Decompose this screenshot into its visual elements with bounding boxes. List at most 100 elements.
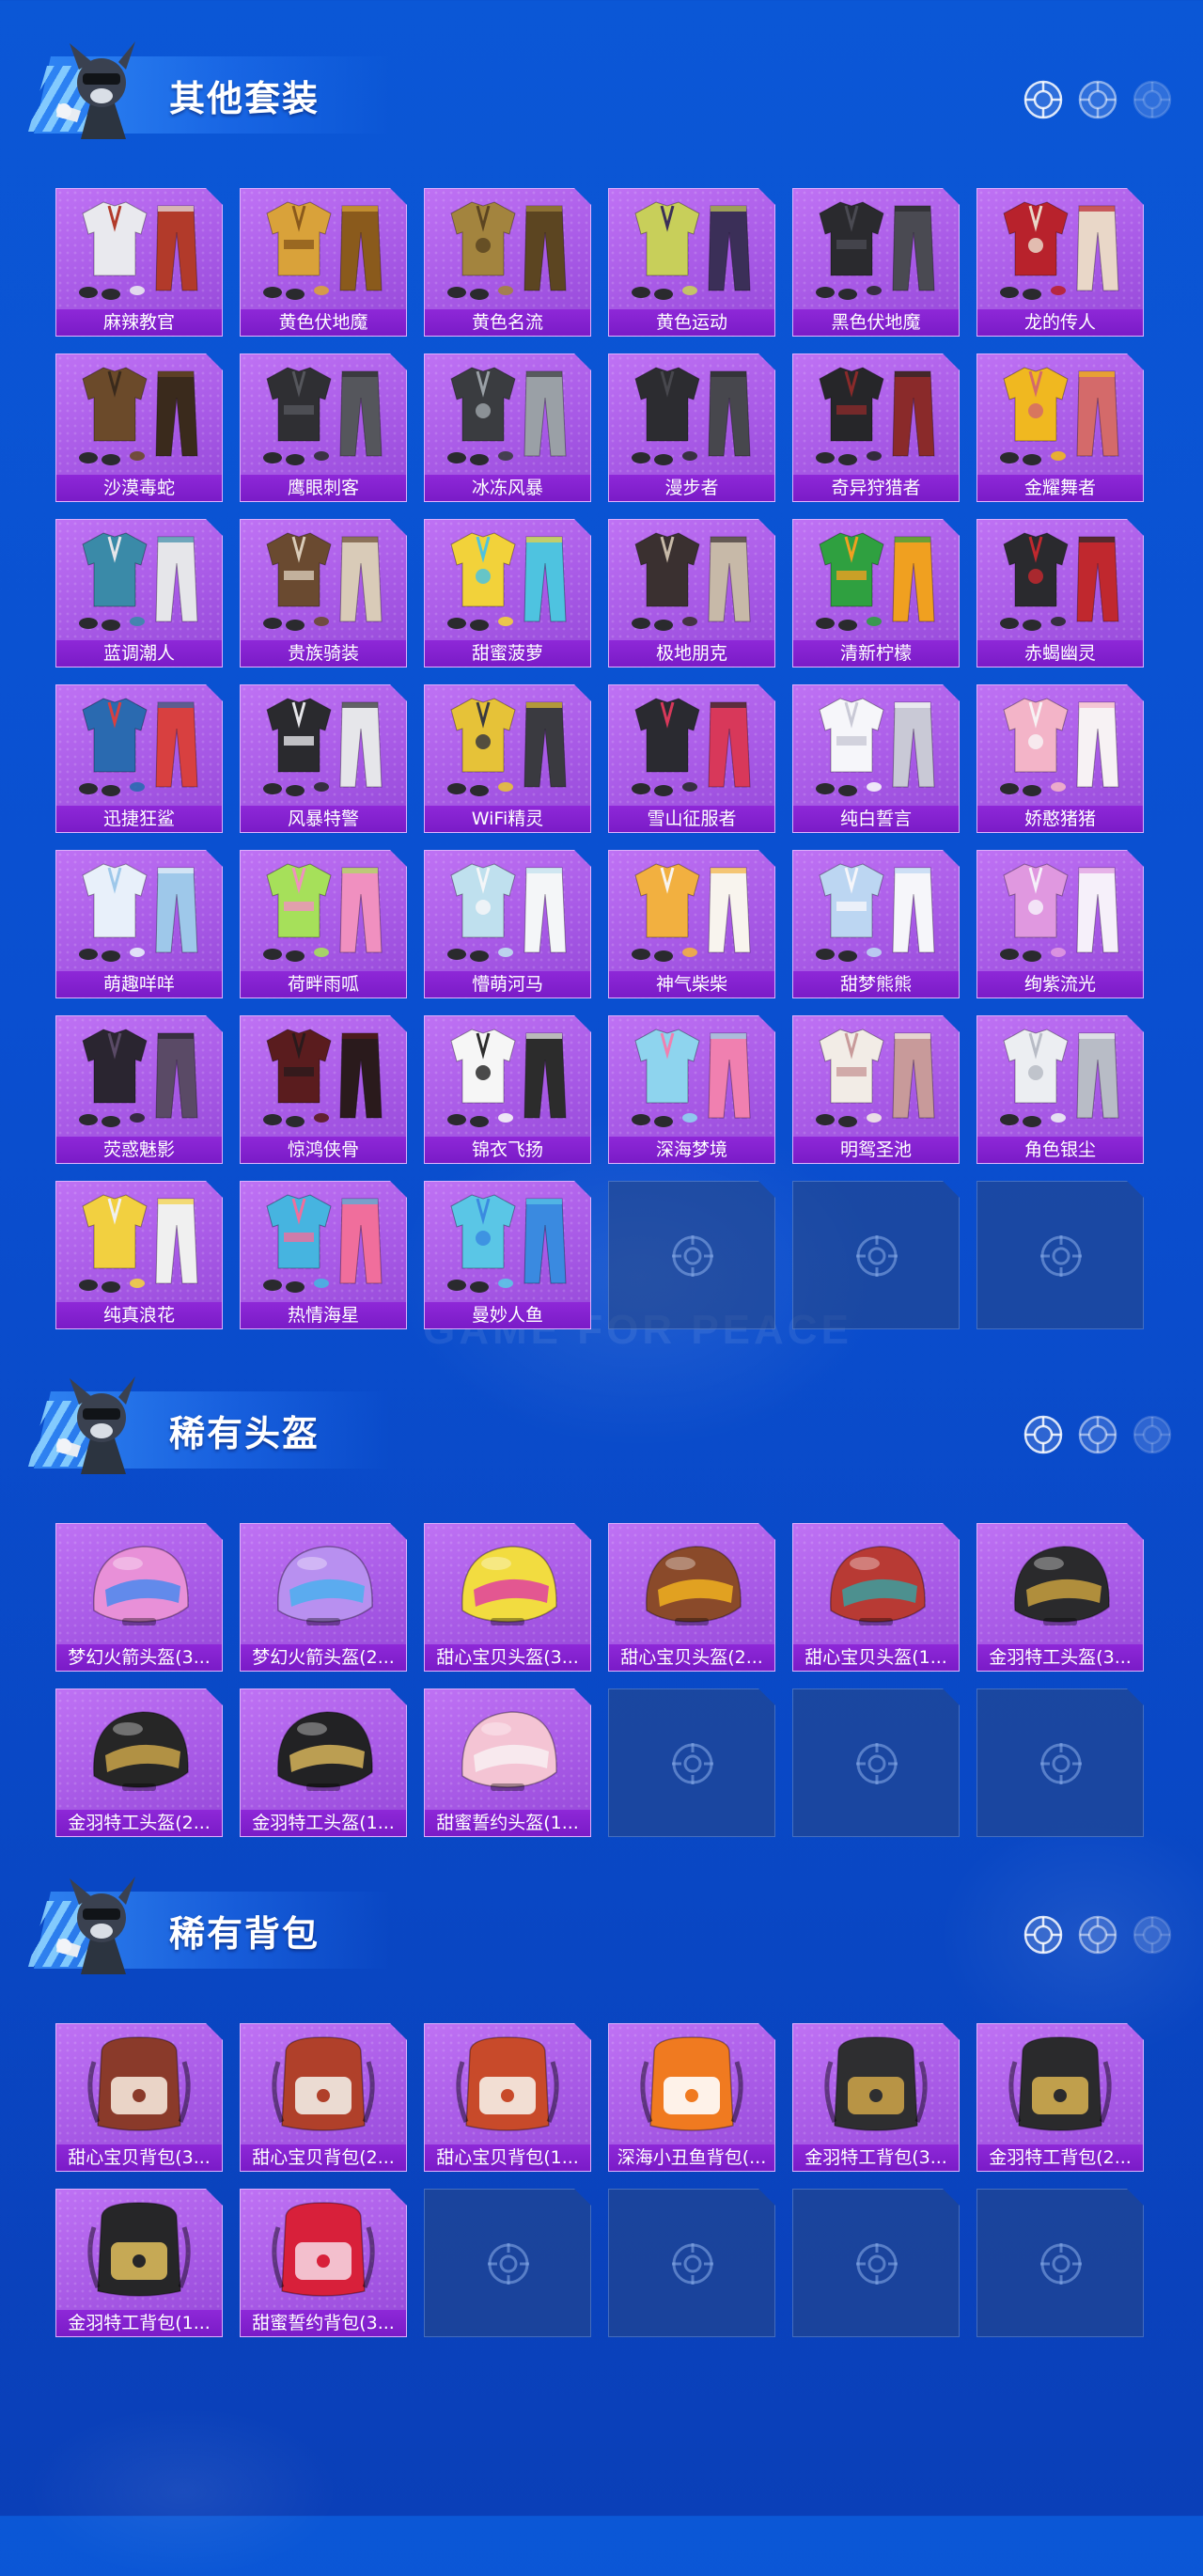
mascot-icon [53,1373,152,1484]
outfit-image [609,851,774,971]
item-card[interactable]: 热情海星 [240,1181,407,1329]
empty-slot [424,2189,591,2337]
item-card[interactable]: 萌趣咩咩 [55,850,223,998]
crosshair-placeholder-icon [853,2240,900,2287]
empty-slot [608,1689,775,1837]
item-card[interactable]: 甜心宝贝背包(3... [55,2023,223,2172]
item-name: 甜梦熊熊 [793,971,959,997]
item-name: 贵族骑装 [241,640,406,667]
item-card[interactable]: 金羽特工背包(3... [792,2023,960,2172]
item-card[interactable]: 惊鸿侠骨 [240,1015,407,1164]
crosshair-placeholder-icon [669,2240,716,2287]
outfit-image [977,189,1143,309]
helmet-image [241,1524,406,1644]
section-3: 稀有背包 甜心宝贝背包(3... 甜心宝贝背包(2... 甜心宝贝背包(1... 深海小… [0,1863,1203,2337]
outfit-image [609,354,774,475]
item-card[interactable]: 金羽特工头盔(2... [55,1689,223,1837]
item-card[interactable]: 甜心宝贝头盔(1... [792,1523,960,1672]
section-1: 其他套装麻辣教官 黄色伏地魔 黄色名流 黄色运动 黑色伏地魔 龙的传人沙漠毒蛇 鹰眼刺客 冰冻… [0,28,1203,1329]
item-card[interactable]: 甜蜜菠萝 [424,519,591,668]
item-card[interactable]: 清新柠檬 [792,519,960,668]
item-card[interactable]: 黄色名流 [424,188,591,337]
item-card[interactable]: 甜心宝贝背包(1... [424,2023,591,2172]
item-name: 甜心宝贝背包(2... [241,2144,406,2171]
background-glow [28,2407,338,2576]
crosshair-placeholder-icon [853,1740,900,1787]
item-card[interactable]: 甜心宝贝头盔(3... [424,1523,591,1672]
item-card[interactable]: 深海梦境 [608,1015,775,1164]
item-name: 梦幻火箭头盔(2... [241,1644,406,1671]
item-name: 金羽特工背包(1... [56,2310,222,2336]
item-card[interactable]: 角色银尘 [976,1015,1144,1164]
item-card[interactable]: 荧惑魅影 [55,1015,223,1164]
item-name: 甜蜜誓约背包(3... [241,2310,406,2336]
item-card[interactable]: 黄色伏地魔 [240,188,407,337]
item-name: 甜心宝贝头盔(1... [793,1644,959,1671]
item-card[interactable]: 甜心宝贝头盔(2... [608,1523,775,1672]
item-card[interactable]: 纯白誓言 [792,684,960,833]
item-card[interactable]: 鹰眼刺客 [240,353,407,502]
backpack-image [425,2024,590,2144]
section-header: 其他套装 [0,28,1203,150]
item-card[interactable]: 娇憨猪猪 [976,684,1144,833]
outfit-image [425,685,590,806]
item-name: 黑色伏地魔 [793,309,959,336]
crosshair-icon [1077,1914,1118,1956]
item-card[interactable]: 奇异狩猎者 [792,353,960,502]
item-card[interactable]: 迅捷狂鲨 [55,684,223,833]
item-card[interactable]: 龙的传人 [976,188,1144,337]
crosshair-placeholder-icon [669,1233,716,1280]
item-name: 甜蜜菠萝 [425,640,590,667]
item-card[interactable]: 蓝调潮人 [55,519,223,668]
item-card[interactable]: 绚紫流光 [976,850,1144,998]
crosshair-icon [1132,1914,1173,1956]
item-card[interactable]: 纯真浪花 [55,1181,223,1329]
item-card[interactable]: WiFi精灵 [424,684,591,833]
item-card[interactable]: 雪山征服者 [608,684,775,833]
item-card[interactable]: 风暴特警 [240,684,407,833]
item-card[interactable]: 金耀舞者 [976,353,1144,502]
item-card[interactable]: 甜心宝贝背包(2... [240,2023,407,2172]
item-card[interactable]: 黄色运动 [608,188,775,337]
crosshair-icon [1077,1414,1118,1455]
item-card[interactable]: 漫步者 [608,353,775,502]
item-grid: 甜心宝贝背包(3... 甜心宝贝背包(2... 甜心宝贝背包(1... 深海小丑鱼背包… [55,2023,1148,2337]
item-card[interactable]: 懵萌河马 [424,850,591,998]
helmet-image [609,1524,774,1644]
item-card[interactable]: 梦幻火箭头盔(3... [55,1523,223,1672]
item-card[interactable]: 明鸳圣池 [792,1015,960,1164]
item-name: 金耀舞者 [977,475,1143,501]
item-card[interactable]: 深海小丑鱼背包(... [608,2023,775,2172]
item-card[interactable]: 神气柴柴 [608,850,775,998]
item-name: 娇憨猪猪 [977,806,1143,832]
item-name: WiFi精灵 [425,806,590,832]
item-name: 荧惑魅影 [56,1137,222,1163]
item-card[interactable]: 甜梦熊熊 [792,850,960,998]
outfit-image [977,685,1143,806]
item-name: 漫步者 [609,475,774,501]
item-card[interactable]: 甜蜜誓约背包(3... [240,2189,407,2337]
item-card[interactable]: 锦衣飞扬 [424,1015,591,1164]
item-card[interactable]: 金羽特工背包(2... [976,2023,1144,2172]
item-card[interactable]: 冰冻风暴 [424,353,591,502]
item-card[interactable]: 黑色伏地魔 [792,188,960,337]
item-card[interactable]: 金羽特工头盔(3... [976,1523,1144,1672]
item-card[interactable]: 梦幻火箭头盔(2... [240,1523,407,1672]
item-name: 纯真浪花 [56,1302,222,1328]
outfit-image [977,851,1143,971]
item-card[interactable]: 赤蝎幽灵 [976,519,1144,668]
item-name: 金羽特工背包(3... [793,2144,959,2171]
outfit-image [425,354,590,475]
item-name: 明鸳圣池 [793,1137,959,1163]
backpack-image [609,2024,774,2144]
item-card[interactable]: 极地朋克 [608,519,775,668]
item-card[interactable]: 金羽特工头盔(1... [240,1689,407,1837]
item-card[interactable]: 荷畔雨呱 [240,850,407,998]
outfit-image [241,354,406,475]
item-card[interactable]: 金羽特工背包(1... [55,2189,223,2337]
item-card[interactable]: 甜蜜誓约头盔(1... [424,1689,591,1837]
item-card[interactable]: 贵族骑装 [240,519,407,668]
item-card[interactable]: 沙漠毒蛇 [55,353,223,502]
item-card[interactable]: 麻辣教官 [55,188,223,337]
item-card[interactable]: 曼妙人鱼 [424,1181,591,1329]
